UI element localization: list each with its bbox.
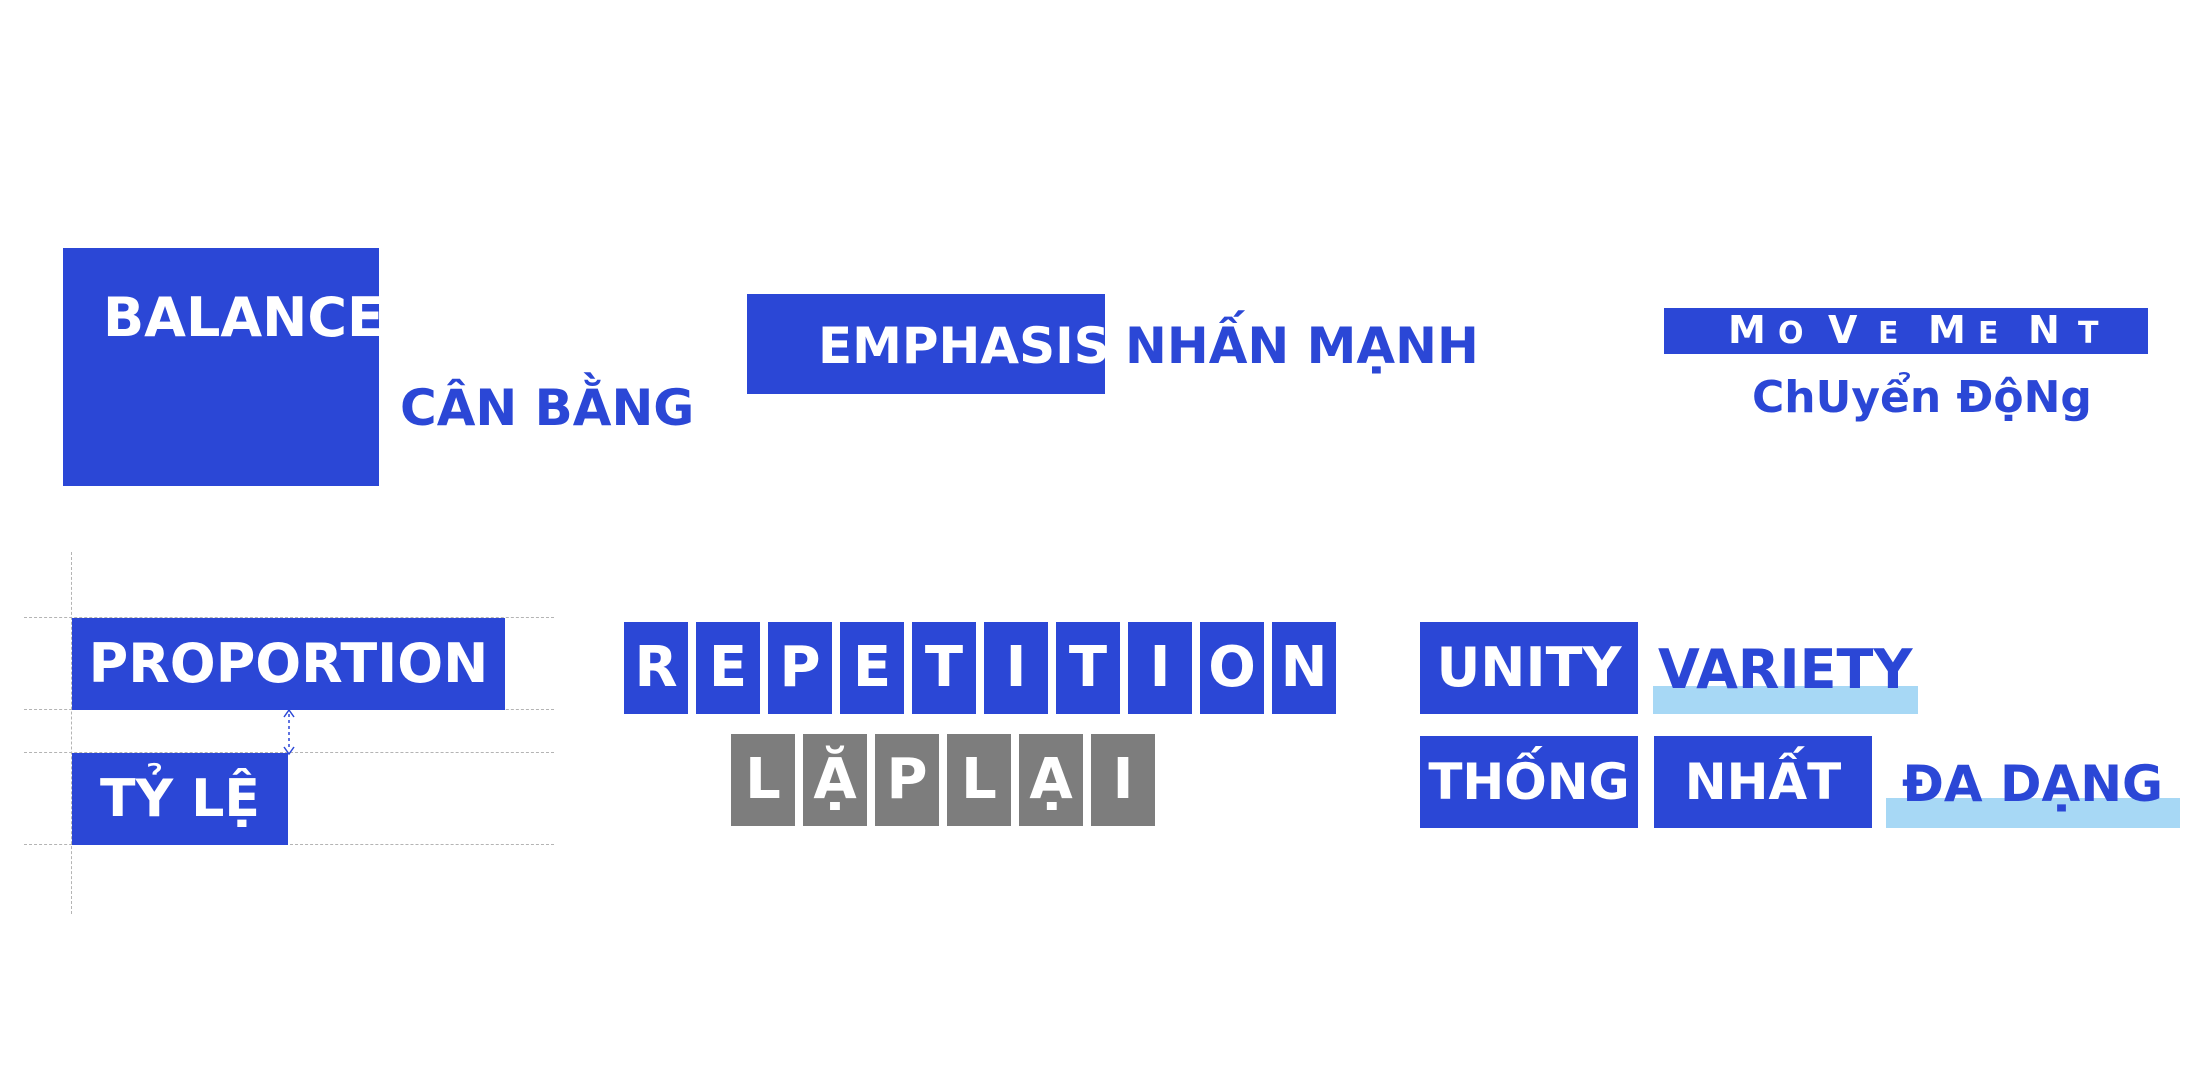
repetition-letter-tile: P	[768, 622, 832, 714]
movement-letter: O	[1778, 316, 1804, 351]
movement-letter: E	[1978, 316, 1999, 351]
repetition-letter-tile: I	[984, 622, 1048, 714]
unity-label: UNITY	[1436, 636, 1622, 699]
unity-translation-word1: THỐNG	[1428, 753, 1630, 811]
repetition-letter-tile: E	[840, 622, 904, 714]
repetition-letter-tile: E	[696, 622, 760, 714]
proportion-translation-box: TỶ LỆ	[72, 753, 288, 845]
repetition-letter-tile: T	[1056, 622, 1120, 714]
variety-label: VARIETY	[1658, 638, 1913, 701]
unity-box: UNITY	[1420, 622, 1638, 714]
movement-letter: V	[1828, 308, 1858, 352]
proportion-arrow-icon	[283, 708, 295, 756]
repetition-translation-letter-tile: L	[731, 734, 795, 826]
guide-vertical	[71, 552, 72, 914]
repetition-translation-letter-tile: I	[1091, 734, 1155, 826]
movement-letter: T	[2078, 316, 2099, 351]
repetition-letter-tile: R	[624, 622, 688, 714]
variety-translation: ĐA DẠNG	[1902, 755, 2164, 813]
balance-label: BALANCE	[103, 286, 384, 349]
proportion-translation: TỶ LỆ	[100, 769, 260, 829]
repetition-translation-letter-tile: P	[875, 734, 939, 826]
repetition-translation-letter-tile: Ạ	[1019, 734, 1083, 826]
repetition-translation-letter-tile: Ặ	[803, 734, 867, 826]
movement-letter: N	[2028, 308, 2060, 352]
repetition-translation-letter-tile: L	[947, 734, 1011, 826]
repetition-letter-tile: O	[1200, 622, 1264, 714]
repetition-tiles: REPETITION	[624, 622, 1336, 714]
movement-letter: M	[1728, 308, 1766, 352]
movement-translation: ChUyển ĐộNg	[1752, 372, 2092, 423]
emphasis-translation: NHẤN MẠNH	[1125, 317, 1479, 375]
proportion-box: PROPORTION	[72, 618, 505, 710]
unity-translation-word2: NHẤT	[1684, 753, 1842, 811]
unity-translation-box-1: THỐNG	[1420, 736, 1638, 828]
repetition-letter-tile: I	[1128, 622, 1192, 714]
movement-letter: E	[1878, 316, 1899, 351]
proportion-label: PROPORTION	[88, 632, 489, 695]
movement-letter: M	[1928, 308, 1966, 352]
balance-box	[63, 248, 379, 486]
repetition-letter-tile: N	[1272, 622, 1336, 714]
repetition-translation-tiles: LẶPLẠI	[731, 734, 1155, 826]
repetition-letter-tile: T	[912, 622, 976, 714]
emphasis-label: EMPHASIS	[818, 317, 1110, 375]
movement-letters: MOVEMENT	[1664, 308, 2148, 354]
unity-translation-box-2: NHẤT	[1654, 736, 1872, 828]
balance-translation: CÂN BẰNG	[400, 379, 695, 437]
